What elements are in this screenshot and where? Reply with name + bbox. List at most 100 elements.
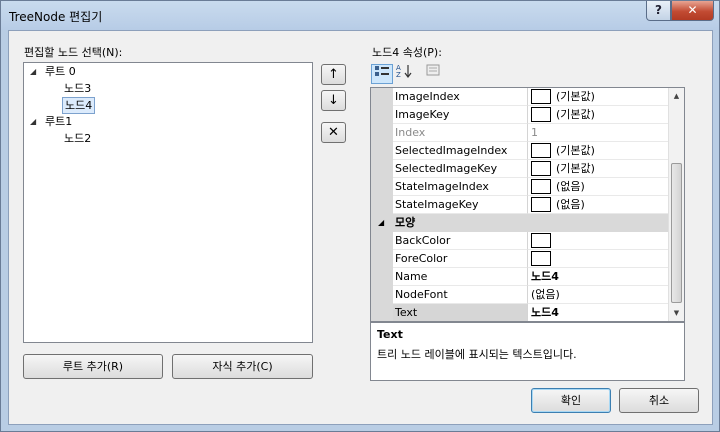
dialog-client: 편집할 노드 선택(N): ◢ 루트 0 노드3 노드4 ◢ 루트1 노드2 ↑… [8,30,713,425]
property-name: SelectedImageIndex [393,142,528,160]
property-value[interactable]: (없음) [528,178,669,196]
scroll-thumb[interactable] [671,163,682,303]
image-swatch [531,197,551,212]
svg-text:Z: Z [396,71,401,78]
property-name: NodeFont [393,286,528,304]
color-swatch [531,233,551,248]
properties-label: 노드4 속성(P): [372,46,442,59]
property-value[interactable] [528,250,669,268]
scroll-down-icon[interactable]: ▼ [669,305,684,321]
property-name: StateImageIndex [393,178,528,196]
image-swatch [531,89,551,104]
property-name: StateImageKey [393,196,528,214]
property-value: 1 [528,124,669,142]
color-swatch [531,251,551,266]
value-text: (기본값) [556,90,595,103]
add-child-button[interactable]: 자식 추가(C) [172,354,313,379]
category-label: 모양 [395,216,416,229]
property-name: Index [393,124,528,142]
row-gutter [371,124,393,142]
value-text: (기본값) [556,108,595,121]
dialog-window: TreeNode 편집기 ? ✕ 편집할 노드 선택(N): ◢ 루트 0 노드… [0,0,720,432]
row-gutter [371,286,393,304]
tree-node-root0[interactable]: 루트 0 [45,64,76,81]
property-name: Text [393,304,528,321]
property-row-name[interactable]: Name 노드4 [371,268,669,286]
tree-label: 편집할 노드 선택(N): [24,46,123,59]
value-text: (없음) [556,198,585,211]
row-gutter [371,142,393,160]
property-row-text[interactable]: Text 노드4 [371,304,669,321]
tree-node-node2[interactable]: 노드2 [64,131,91,148]
property-value[interactable]: 노드4 [528,268,669,286]
property-name: ForeColor [393,250,528,268]
category-appearance[interactable]: ◢ 모양 [371,214,669,232]
ok-button[interactable]: 확인 [531,388,611,413]
expand-icon[interactable]: ◢ [30,67,36,76]
property-value[interactable]: 노드4 [528,304,669,321]
property-value[interactable]: (없음) [528,286,669,304]
add-root-button[interactable]: 루트 추가(R) [23,354,163,379]
window-title: TreeNode 편집기 [9,10,103,24]
value-text: (기본값) [556,144,595,157]
row-gutter [371,232,393,250]
property-pages-icon[interactable] [422,64,444,84]
property-row-selectedimageindex[interactable]: SelectedImageIndex (기본값) [371,142,669,160]
alphabetical-icon[interactable]: A Z [394,64,416,84]
property-value[interactable]: (없음) [528,196,669,214]
move-down-button[interactable]: ↓ [321,90,346,111]
property-value[interactable]: (기본값) [528,106,669,124]
node-tree[interactable]: ◢ 루트 0 노드3 노드4 ◢ 루트1 노드2 [23,62,313,343]
property-row-backcolor[interactable]: BackColor [371,232,669,250]
delete-node-button[interactable]: ✕ [321,122,346,143]
property-name: Name [393,268,528,286]
pages-glyph [426,64,440,76]
tree-node-node3[interactable]: 노드3 [64,81,91,98]
cancel-button[interactable]: 취소 [619,388,699,413]
collapse-icon[interactable]: ◢ [378,214,384,232]
row-gutter [371,250,393,268]
property-value[interactable] [528,232,669,250]
categorized-icon[interactable] [371,64,393,84]
property-value[interactable]: (기본값) [528,88,669,106]
title-bar[interactable]: TreeNode 편집기 ? ✕ [1,1,719,30]
row-gutter [371,88,393,106]
property-row-selectedimagekey[interactable]: SelectedImageKey (기본값) [371,160,669,178]
image-swatch [531,107,551,122]
property-row-nodefont[interactable]: NodeFont (없음) [371,286,669,304]
property-row-forecolor[interactable]: ForeColor [371,250,669,268]
property-name: ImageIndex [393,88,528,106]
delete-icon: ✕ [328,125,339,140]
property-name: SelectedImageKey [393,160,528,178]
close-button[interactable]: ✕ [671,1,714,21]
property-row-stateimagekey[interactable]: StateImageKey (없음) [371,196,669,214]
property-value[interactable]: (기본값) [528,142,669,160]
image-swatch [531,179,551,194]
row-gutter [371,268,393,286]
value-text: (없음) [556,180,585,193]
arrow-down-icon: ↓ [328,93,339,108]
property-row-index[interactable]: Index 1 [371,124,669,142]
property-name: ImageKey [393,106,528,124]
row-gutter [371,304,393,321]
scroll-up-icon[interactable]: ▲ [669,88,684,104]
property-grid-scrollbar[interactable]: ▲ ▼ [668,88,684,321]
property-row-imagekey[interactable]: ImageKey (기본값) [371,106,669,124]
image-swatch [531,161,551,176]
property-row-stateimageindex[interactable]: StateImageIndex (없음) [371,178,669,196]
move-up-button[interactable]: ↑ [321,64,346,85]
row-gutter [371,196,393,214]
property-grid[interactable]: ImageIndex (기본값) ImageKey (기본값) Index 1 … [370,87,685,322]
tree-node-node4[interactable]: 노드4 [62,97,96,114]
description-text: 트리 노드 레이블에 표시되는 텍스트입니다. [377,348,577,361]
property-value[interactable]: (기본값) [528,160,669,178]
property-row-imageindex[interactable]: ImageIndex (기본값) [371,88,669,106]
help-button[interactable]: ? [646,1,671,21]
row-gutter [371,160,393,178]
sort-az-glyph: A Z [396,64,412,79]
tree-node-root1[interactable]: 루트1 [45,114,72,131]
value-text: (기본값) [556,162,595,175]
arrow-up-icon: ↑ [328,67,339,82]
image-swatch [531,143,551,158]
expand-icon[interactable]: ◢ [30,117,36,126]
